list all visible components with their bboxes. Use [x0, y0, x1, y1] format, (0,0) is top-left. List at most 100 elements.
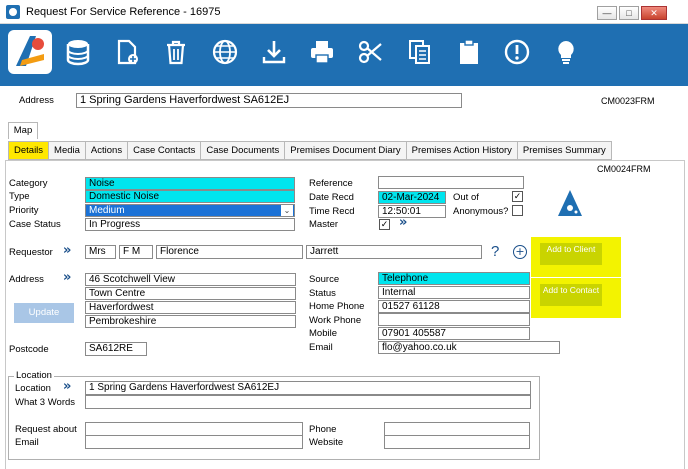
email-field[interactable]: flo@yahoo.co.uk: [378, 341, 560, 354]
anonymous-checkbox[interactable]: [512, 205, 523, 216]
out-of-checkbox[interactable]: ✓: [512, 191, 523, 202]
header-address-label: Address: [19, 95, 54, 106]
header-form-code: CM0023FRM: [601, 96, 655, 106]
requestor-navigate-icon[interactable]: »: [63, 243, 71, 258]
address-line-4[interactable]: Pembrokeshire: [85, 315, 296, 328]
home-phone-field[interactable]: 01527 61128: [378, 300, 530, 313]
print-icon[interactable]: [307, 37, 337, 67]
add-to-contact-button[interactable]: Add to Contact: [540, 284, 602, 306]
details-form-code: CM0024FRM: [597, 164, 651, 174]
add-to-client-button[interactable]: Add to Client: [540, 243, 602, 265]
alert-icon[interactable]: [502, 37, 532, 67]
reference-label: Reference: [309, 178, 353, 189]
location-website-label: Website: [309, 437, 344, 448]
add-to-client-highlight: Add to Client: [531, 237, 621, 277]
location-phone-field[interactable]: [384, 422, 530, 436]
priority-label: Priority: [9, 205, 39, 216]
mobile-label: Mobile: [309, 328, 337, 339]
tab-media[interactable]: Media: [48, 141, 86, 160]
date-recd-label: Date Recd: [309, 192, 354, 203]
case-status-field[interactable]: In Progress: [85, 218, 295, 231]
requestor-forename-field[interactable]: Florence: [156, 245, 303, 259]
time-recd-label: Time Recd: [309, 206, 355, 217]
globe-icon[interactable]: [210, 37, 240, 67]
postcode-label: Postcode: [9, 344, 49, 355]
source-field[interactable]: Telephone: [378, 272, 530, 285]
minimize-button[interactable]: —: [597, 6, 617, 20]
master-checkbox[interactable]: ✓: [379, 219, 390, 230]
database-icon[interactable]: [63, 37, 93, 67]
new-document-icon[interactable]: [112, 37, 142, 67]
what3words-field[interactable]: [85, 395, 531, 409]
anonymous-label: Anonymous?: [453, 206, 509, 217]
requestor-initials-field[interactable]: F M: [119, 245, 153, 259]
location-phone-label: Phone: [309, 424, 337, 435]
update-button[interactable]: Update: [14, 303, 74, 323]
address-line-3[interactable]: Haverfordwest: [85, 301, 296, 314]
request-about-label: Request about: [15, 424, 77, 435]
help-icon[interactable]: ?: [491, 243, 499, 260]
reference-field[interactable]: [378, 176, 524, 189]
window-title: Request For Service Reference - 16975: [26, 6, 221, 18]
tab-premises-summary[interactable]: Premises Summary: [516, 141, 612, 160]
requestor-surname-field[interactable]: Jarrett: [306, 245, 482, 259]
download-icon[interactable]: [259, 37, 289, 67]
add-requestor-icon[interactable]: +: [513, 245, 527, 259]
work-phone-field[interactable]: [378, 313, 530, 326]
toolbar: [0, 24, 688, 86]
master-label: Master: [309, 219, 339, 230]
close-button[interactable]: ✕: [641, 6, 667, 20]
out-of-label: Out of: [453, 192, 479, 203]
maximize-button[interactable]: □: [619, 6, 639, 20]
source-label: Source: [309, 274, 340, 285]
location-navigate-icon[interactable]: »: [63, 379, 71, 394]
mobile-field[interactable]: 07901 405587: [378, 327, 530, 340]
add-to-contact-highlight: Add to Contact: [531, 278, 621, 318]
work-phone-label: Work Phone: [309, 315, 362, 326]
master-navigate-icon[interactable]: »: [399, 215, 407, 230]
status-label: Status: [309, 288, 336, 299]
tab-case-contacts[interactable]: Case Contacts: [127, 141, 202, 160]
address-line-1[interactable]: 46 Scotchwell View: [85, 273, 296, 286]
address-line-2[interactable]: Town Centre: [85, 287, 296, 300]
status-field[interactable]: Internal: [378, 286, 530, 299]
case-status-label: Case Status: [9, 219, 61, 230]
tab-details[interactable]: Details: [8, 141, 50, 160]
category-field[interactable]: Noise: [85, 177, 295, 190]
priority-value: Medium: [89, 205, 125, 216]
trash-icon[interactable]: [161, 37, 191, 67]
address-label: Address: [9, 274, 44, 285]
chevron-down-icon[interactable]: ⌄: [281, 205, 293, 216]
wizard-icon[interactable]: [556, 188, 584, 218]
address-navigate-icon[interactable]: »: [63, 270, 71, 285]
priority-select[interactable]: Medium ⌄: [85, 204, 295, 217]
location-email-field[interactable]: [85, 435, 303, 449]
postcode-field[interactable]: SA612RE: [85, 342, 147, 356]
header-address-field[interactable]: 1 Spring Gardens Haverfordwest SA612EJ: [76, 93, 462, 108]
clipboard-icon[interactable]: [454, 37, 484, 67]
tab-map[interactable]: Map: [8, 122, 38, 139]
request-about-field[interactable]: [85, 422, 303, 436]
lightbulb-icon[interactable]: [551, 37, 581, 67]
tab-premises-action-history[interactable]: Premises Action History: [405, 141, 518, 160]
tab-case-documents[interactable]: Case Documents: [200, 141, 286, 160]
location-website-field[interactable]: [384, 435, 530, 449]
copy-icon[interactable]: [405, 37, 435, 67]
scissors-icon[interactable]: [356, 37, 386, 67]
type-label: Type: [9, 191, 30, 202]
requestor-title-field[interactable]: Mrs: [85, 245, 116, 259]
location-field[interactable]: 1 Spring Gardens Haverfordwest SA612EJ: [85, 381, 531, 395]
tab-premises-document-diary[interactable]: Premises Document Diary: [284, 141, 407, 160]
date-recd-field[interactable]: 02-Mar-2024: [378, 191, 446, 204]
location-label: Location: [15, 383, 51, 394]
app-logo: [8, 30, 52, 74]
location-group-title: Location: [14, 370, 54, 381]
type-field[interactable]: Domestic Noise: [85, 190, 295, 203]
details-tab-bar: Details Media Actions Case Contacts Case…: [8, 141, 612, 160]
category-label: Category: [9, 178, 48, 189]
what3words-label: What 3 Words: [15, 397, 76, 408]
app-icon: [6, 5, 20, 19]
time-recd-field[interactable]: 12:50:01: [378, 205, 446, 218]
location-email-label: Email: [15, 437, 39, 448]
tab-actions[interactable]: Actions: [84, 141, 129, 160]
